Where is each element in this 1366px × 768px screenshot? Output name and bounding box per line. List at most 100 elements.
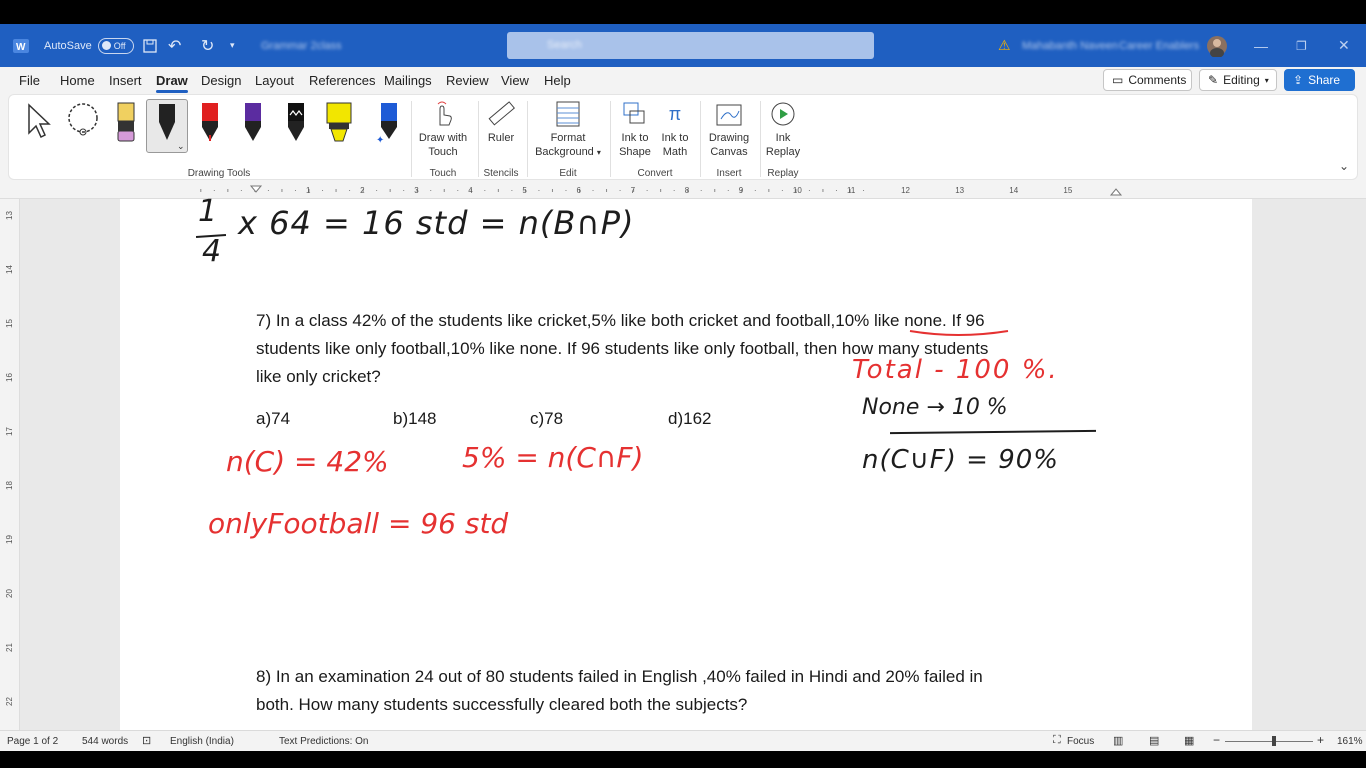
black-pen-2-icon[interactable] — [285, 101, 307, 150]
tab-layout[interactable]: Layout — [255, 73, 294, 88]
word-app-icon: W — [12, 24, 30, 67]
option-c: c)78 — [530, 409, 564, 428]
ink-red-only-football: onlyFootball = 96 std — [208, 507, 509, 540]
ruler-number: 12 — [901, 186, 910, 195]
lasso-select-icon[interactable] — [65, 101, 103, 146]
replay-icon — [763, 99, 803, 129]
screen-top-border — [0, 0, 1366, 24]
tab-references[interactable]: References — [309, 73, 375, 88]
ruler-number: 3 — [414, 186, 419, 195]
q8-line-2: both. How many students successfully cle… — [256, 695, 748, 714]
ribbon: ⌄ ✦ Drawing Tools Draw with Touch Touch — [0, 94, 1366, 182]
share-button[interactable]: ⇪ Share — [1284, 69, 1355, 91]
autosave-toggle[interactable]: Off — [97, 37, 134, 54]
ink-red-total: Total - 100 %. — [852, 355, 1059, 385]
group-convert: Convert — [637, 168, 673, 179]
red-pen-icon[interactable] — [199, 101, 221, 150]
ruler-number: 9 — [738, 186, 744, 195]
avatar[interactable] — [1206, 24, 1228, 67]
ink-to-math-button[interactable]: π Ink to Math — [655, 99, 695, 159]
tab-help[interactable]: Help — [544, 73, 571, 88]
undo-icon[interactable]: ↶ — [168, 24, 181, 67]
ink-red-underline — [909, 330, 1009, 336]
vertical-ruler-number: 19 — [4, 535, 14, 544]
tab-view[interactable]: View — [501, 73, 529, 88]
tab-design[interactable]: Design — [201, 73, 241, 88]
ruler-number: 6 — [576, 186, 581, 195]
maximize-icon[interactable]: ❐ — [1296, 24, 1307, 67]
search-box[interactable]: Search — [507, 32, 874, 59]
ink-union: n(C∪F) = 90% — [862, 445, 1060, 475]
text-predictions[interactable]: Text Predictions: On — [279, 736, 368, 747]
zoom-slider[interactable] — [1225, 741, 1313, 742]
option-b: b)148 — [393, 409, 437, 428]
web-layout-icon[interactable]: ▦ — [1184, 734, 1194, 747]
svg-text:W: W — [16, 42, 26, 53]
focus-label[interactable]: Focus — [1067, 736, 1094, 747]
redo-icon[interactable]: ↻ — [201, 24, 214, 67]
language[interactable]: English (India) — [170, 736, 234, 747]
status-bar: Page 1 of 2 544 words ⊡ English (India) … — [0, 730, 1366, 751]
group-stencils: Stencils — [483, 168, 519, 179]
yellow-highlighter-icon[interactable] — [325, 101, 353, 150]
eraser-pen-icon[interactable] — [115, 101, 137, 150]
vertical-ruler-number: 22 — [4, 697, 14, 706]
collapse-ribbon-icon[interactable]: ⌄ — [1339, 159, 1349, 173]
zoom-slider-thumb[interactable] — [1272, 736, 1276, 746]
word-count[interactable]: 544 words — [82, 736, 128, 747]
ink-replay-button[interactable]: Ink Replay — [763, 99, 803, 159]
save-icon[interactable] — [143, 24, 157, 67]
vertical-ruler-number: 13 — [4, 211, 14, 220]
group-edit: Edit — [559, 168, 577, 179]
warning-icon[interactable]: ⚠ — [998, 24, 1011, 67]
close-icon[interactable]: ✕ — [1338, 24, 1350, 67]
document-name[interactable]: Grammar 2class — [261, 24, 342, 67]
read-mode-icon[interactable]: ▥ — [1113, 734, 1123, 747]
zoom-level[interactable]: 161% — [1337, 736, 1363, 747]
group-replay: Replay — [767, 168, 799, 179]
ink-to-shape-button[interactable]: Ink to Shape — [615, 99, 655, 159]
editing-button[interactable]: ✎ Editing ▾ — [1199, 69, 1277, 91]
minimize-icon[interactable]: — — [1254, 24, 1268, 67]
group-insert: Insert — [716, 168, 742, 179]
proofing-icon[interactable]: ⊡ — [142, 734, 151, 747]
tab-review[interactable]: Review — [446, 73, 489, 88]
ruler-number: 15 — [1063, 186, 1073, 195]
tab-insert[interactable]: Insert — [109, 73, 142, 88]
purple-pen-icon[interactable] — [242, 101, 264, 150]
comments-button[interactable]: ▭ Comments — [1103, 69, 1192, 91]
document-page[interactable]: 1 4 x 64 = 16 std = n(B∩P) 7) In a class… — [120, 197, 1252, 730]
galaxy-pen-icon[interactable]: ✦ — [376, 101, 400, 150]
ink-red-nc: n(C) = 42% — [226, 445, 389, 478]
tab-draw[interactable]: Draw — [156, 73, 188, 93]
vertical-ruler-number: 20 — [4, 589, 14, 598]
zoom-in-icon[interactable]: + — [1317, 733, 1324, 747]
ink-fraction-denominator: 4 — [202, 234, 222, 269]
document-area: 1 4 x 64 = 16 std = n(B∩P) 7) In a class… — [20, 197, 1366, 730]
org-name: Career Enablers — [1119, 39, 1200, 52]
tab-home[interactable]: Home — [60, 73, 95, 88]
zoom-out-icon[interactable]: − — [1213, 733, 1220, 747]
drawing-canvas-button[interactable]: Drawing Canvas — [703, 99, 755, 159]
page-count[interactable]: Page 1 of 2 — [7, 736, 58, 747]
ruler-button[interactable]: Ruler — [481, 99, 521, 145]
pencil-icon: ✎ — [1208, 73, 1219, 87]
vertical-ruler[interactable]: 13 14 15 16 17 18 19 20 21 22 — [0, 199, 20, 730]
ruler-number: 11 — [847, 186, 856, 195]
black-pen-icon[interactable]: ⌄ — [146, 99, 188, 153]
tab-file[interactable]: File — [19, 73, 40, 88]
select-arrow-icon[interactable] — [25, 101, 53, 146]
ruler-number: 2 — [360, 186, 365, 195]
vertical-ruler-number: 16 — [4, 373, 14, 382]
format-background-button[interactable]: Format Background ▾ — [531, 99, 605, 160]
ruler-number: 7 — [630, 186, 636, 195]
ink-to-shape-icon — [615, 99, 655, 129]
tab-mailings[interactable]: Mailings — [384, 73, 432, 88]
ink-to-math-icon: π — [668, 104, 682, 124]
print-layout-icon[interactable]: ▤ — [1149, 734, 1159, 747]
focus-icon[interactable]: ⛶ — [1053, 734, 1061, 747]
draw-with-touch-button[interactable]: Draw with Touch — [413, 99, 473, 159]
ruler-number: 14 — [1009, 186, 1019, 195]
quick-access-more-icon[interactable]: ▾ — [230, 24, 235, 67]
ruler-number: 13 — [955, 186, 965, 195]
